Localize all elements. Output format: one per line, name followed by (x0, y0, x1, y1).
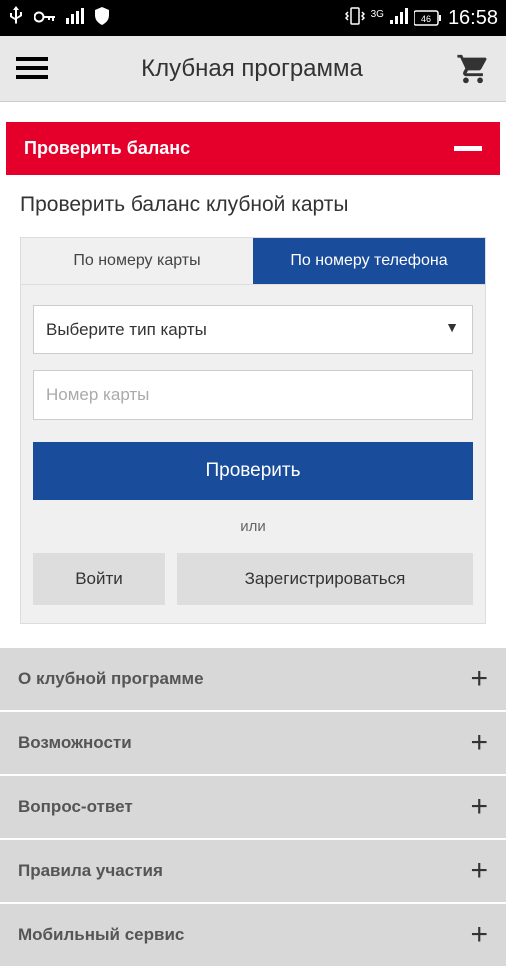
shield-icon (94, 7, 110, 30)
expand-icon: + (470, 792, 488, 822)
page-title: Клубная программа (48, 55, 456, 83)
network-3g-icon: 3G (371, 9, 384, 20)
svg-text:46: 46 (421, 14, 431, 24)
tab-by-card[interactable]: По номеру карты (21, 238, 253, 284)
card-number-input[interactable] (33, 370, 473, 420)
accordion-label: Мобильный сервис (18, 925, 184, 945)
balance-form: Выберите тип карты Проверить или Войти З… (20, 285, 486, 624)
login-button[interactable]: Войти (33, 553, 165, 605)
accordion-label: Правила участия (18, 861, 163, 881)
status-bar: 3G 46 16:58 (0, 0, 506, 36)
expand-icon: + (470, 920, 488, 950)
collapse-icon (454, 146, 482, 151)
accordion-label: О клубной программе (18, 669, 204, 689)
tabs: По номеру карты По номеру телефона (20, 237, 486, 285)
vibrate-icon (345, 7, 365, 30)
bars-icon (66, 8, 84, 29)
app-header: Клубная программа (0, 36, 506, 102)
register-button[interactable]: Зарегистрироваться (177, 553, 473, 605)
accordion-label: Возможности (18, 733, 132, 753)
key-icon (34, 8, 56, 29)
expand-icon: + (470, 728, 488, 758)
expand-icon: + (470, 664, 488, 694)
battery-icon: 46 (414, 10, 442, 26)
status-time: 16:58 (448, 7, 498, 30)
check-balance-title: Проверить баланс (24, 138, 190, 159)
check-button[interactable]: Проверить (33, 442, 473, 500)
usb-icon (8, 6, 24, 31)
check-balance-accordion[interactable]: Проверить баланс (6, 122, 500, 175)
signal-icon (390, 8, 408, 29)
accordion-capabilities[interactable]: Возможности + (0, 712, 506, 776)
accordion-list: О клубной программе + Возможности + Вопр… (0, 648, 506, 968)
accordion-label: Вопрос-ответ (18, 797, 133, 817)
accordion-faq[interactable]: Вопрос-ответ + (0, 776, 506, 840)
accordion-about[interactable]: О клубной программе + (0, 648, 506, 712)
cart-icon[interactable] (456, 52, 490, 86)
or-divider: или (33, 500, 473, 553)
menu-icon[interactable] (16, 57, 48, 81)
card-type-select[interactable]: Выберите тип карты (33, 305, 473, 354)
expand-icon: + (470, 856, 488, 886)
tab-by-phone[interactable]: По номеру телефона (253, 238, 485, 284)
accordion-rules[interactable]: Правила участия + (0, 840, 506, 904)
section-title: Проверить баланс клубной карты (0, 175, 506, 229)
accordion-mobile[interactable]: Мобильный сервис + (0, 904, 506, 968)
